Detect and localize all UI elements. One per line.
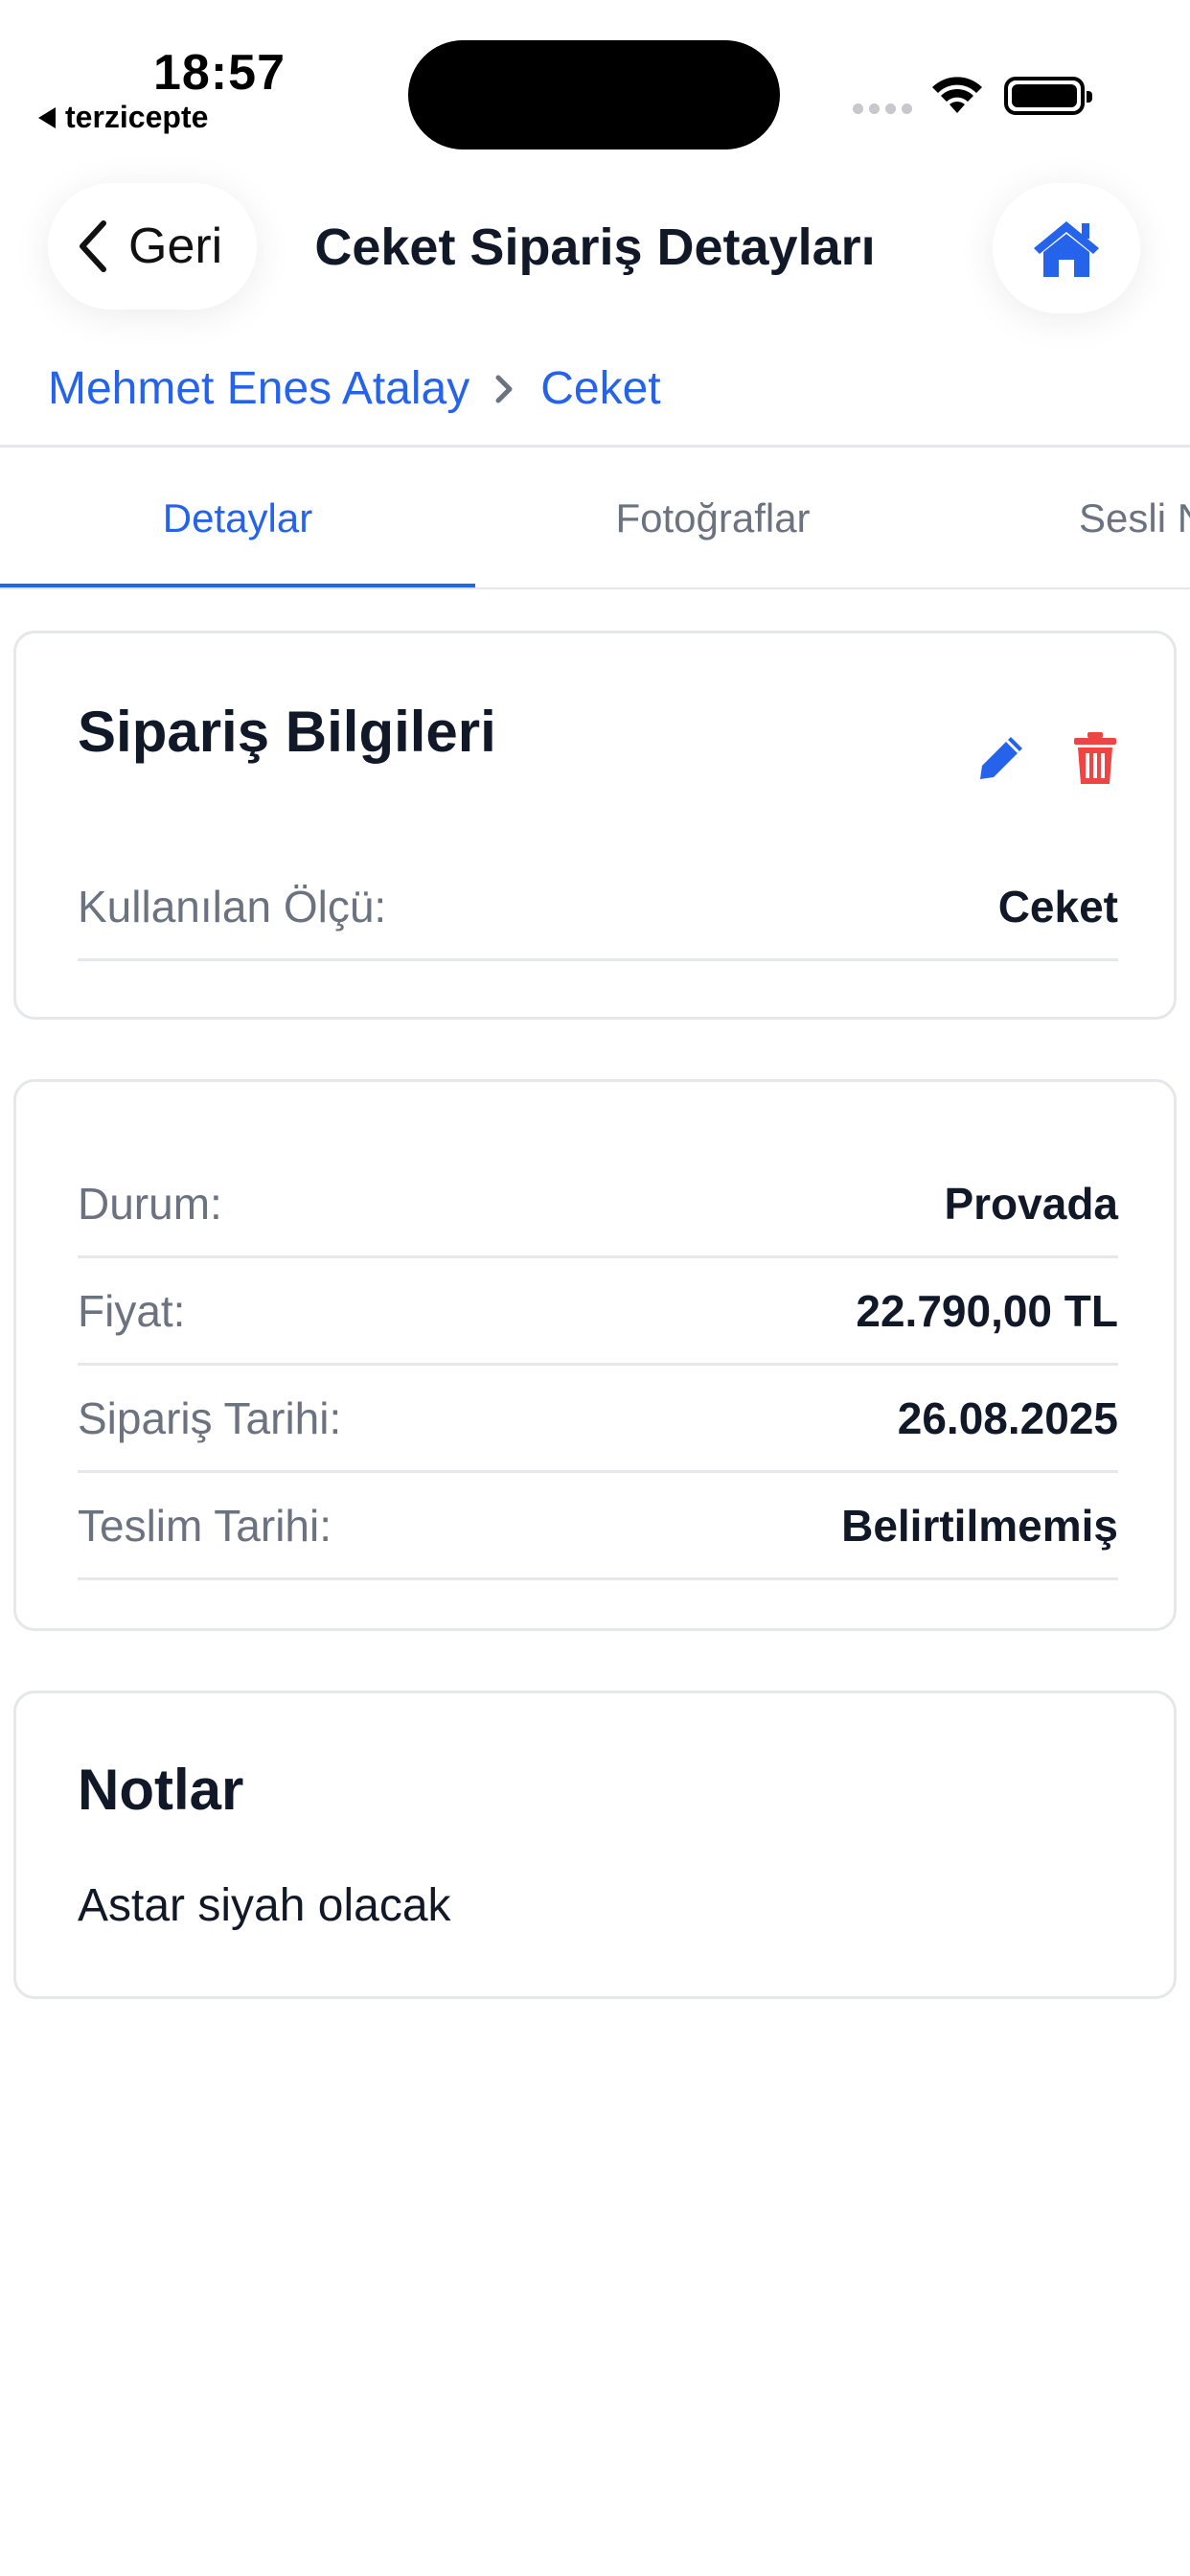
status-label: Durum:: [78, 1178, 222, 1229]
notes-text: Astar siyah olacak: [78, 1880, 451, 1931]
measurement-label: Kullanılan Ölçü:: [78, 881, 387, 932]
order-info-card: Sipariş Bilgileri Kullanılan Ölçü: Ceket: [13, 631, 1177, 1020]
notes-title: Notlar: [78, 1758, 244, 1822]
trash-icon: [1074, 732, 1116, 784]
battery-icon: [1004, 77, 1092, 115]
detail-row: Durum: Provada: [78, 1151, 1118, 1258]
back-to-app-link[interactable]: terzicepte: [38, 100, 208, 135]
notes-card: Notlar Astar siyah olacak: [13, 1690, 1177, 1999]
order-status-card: Durum: Provada Fiyat: 22.790,00 TL Sipar…: [13, 1079, 1177, 1631]
order-info-title: Sipariş Bilgileri: [78, 700, 496, 764]
back-app-label: terzicepte: [65, 100, 209, 134]
delete-button[interactable]: [1064, 725, 1126, 791]
breadcrumb-item-link[interactable]: Ceket: [540, 362, 660, 415]
detail-row: Fiyat: 22.790,00 TL: [78, 1258, 1118, 1366]
order-date-value: 26.08.2025: [897, 1392, 1118, 1443]
status-value: Provada: [944, 1178, 1118, 1229]
dynamic-island: [408, 40, 780, 150]
tab-details[interactable]: Detaylar: [0, 448, 475, 587]
home-button[interactable]: [993, 183, 1140, 313]
pencil-icon: [980, 737, 1022, 779]
tab-bar: Detaylar Fotoğraflar Sesli N: [0, 448, 1190, 589]
delivery-date-label: Teslim Tarihi:: [78, 1500, 332, 1551]
price-label: Fiyat:: [78, 1285, 186, 1336]
status-time: 18:57: [153, 45, 286, 101]
measurement-value: Ceket: [997, 881, 1118, 932]
detail-row: Teslim Tarihi: Belirtilmemiş: [78, 1473, 1118, 1580]
order-date-label: Sipariş Tarihi:: [78, 1392, 342, 1443]
delivery-date-value: Belirtilmemiş: [841, 1500, 1118, 1551]
detail-row: Kullanılan Ölçü: Ceket: [78, 854, 1118, 961]
price-value: 22.790,00 TL: [856, 1285, 1118, 1336]
header: Geri Ceket Sipariş Detayları: [0, 177, 1190, 321]
status-bar: 18:57 terzicepte: [0, 0, 1190, 150]
chevron-right-icon: [495, 375, 513, 402]
home-icon: [1034, 221, 1099, 277]
breadcrumb-customer-link[interactable]: Mehmet Enes Atalay: [48, 362, 469, 415]
tab-photos[interactable]: Fotoğraflar: [475, 448, 950, 587]
back-triangle-icon: [38, 106, 56, 128]
edit-button[interactable]: [971, 727, 1032, 789]
detail-row: Sipariş Tarihi: 26.08.2025: [78, 1366, 1118, 1473]
wifi-icon: [932, 77, 982, 113]
tab-voice-notes[interactable]: Sesli N: [1079, 448, 1190, 587]
breadcrumb: Mehmet Enes Atalay Ceket: [48, 362, 661, 415]
cellular-signal-icon: [853, 104, 912, 114]
